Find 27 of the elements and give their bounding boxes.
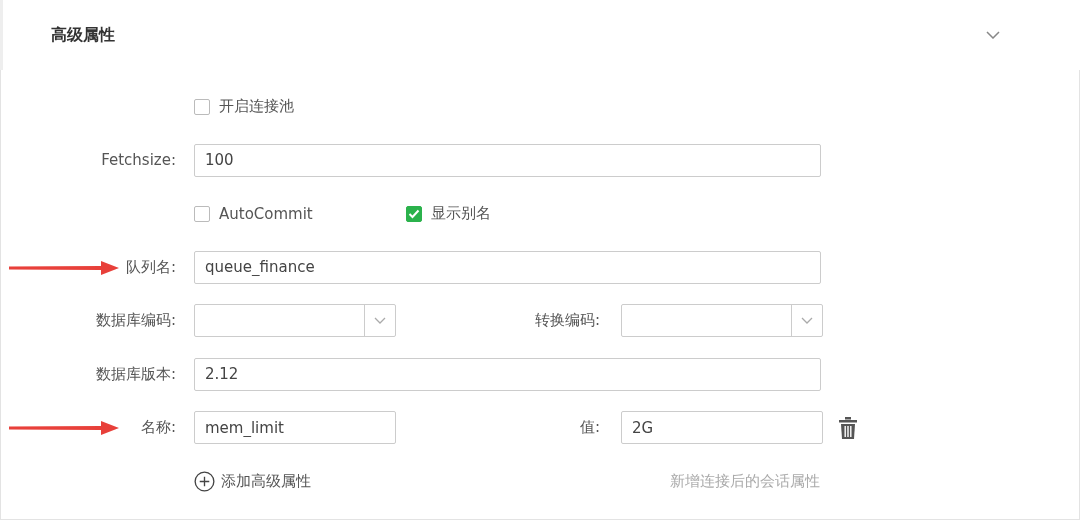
checkbox[interactable]: 开启连接池: [194, 97, 406, 117]
input-field[interactable]: 100: [194, 143, 821, 177]
delete-icon[interactable]: [839, 416, 857, 439]
checkbox[interactable]: AutoCommit: [194, 204, 406, 223]
checkbox[interactable]: 显示别名: [406, 204, 618, 224]
select-field[interactable]: [194, 304, 396, 338]
field-label: 转换编码:: [534, 311, 600, 330]
field-label: 数据库版本:: [95, 364, 176, 383]
input-field[interactable]: mem_limit: [194, 411, 396, 445]
field-label: 队列名:: [125, 257, 176, 276]
section-header[interactable]: 高级属性: [0, 0, 1080, 70]
input-field[interactable]: 2.12: [194, 357, 821, 391]
field-label: 值:: [579, 418, 600, 437]
add-property-button[interactable]: 添加高级属性: [194, 470, 311, 492]
field-label: 名称:: [140, 418, 176, 437]
field-label: 数据库编码:: [95, 311, 176, 330]
section-title: 高级属性: [51, 24, 115, 46]
chevron-icon: [374, 317, 386, 325]
hint-text: 新增连接后的会话属性: [670, 471, 820, 491]
input-field[interactable]: 2G: [621, 411, 823, 445]
chevron-icon: [801, 317, 813, 325]
chevron-icon[interactable]: [986, 31, 1000, 39]
plus-circle-icon: [194, 470, 215, 492]
field-label: Fetchsize:: [101, 151, 176, 170]
input-field[interactable]: queue_finance: [194, 250, 821, 284]
select-field[interactable]: [621, 304, 823, 338]
checkmark-icon: [408, 208, 420, 219]
